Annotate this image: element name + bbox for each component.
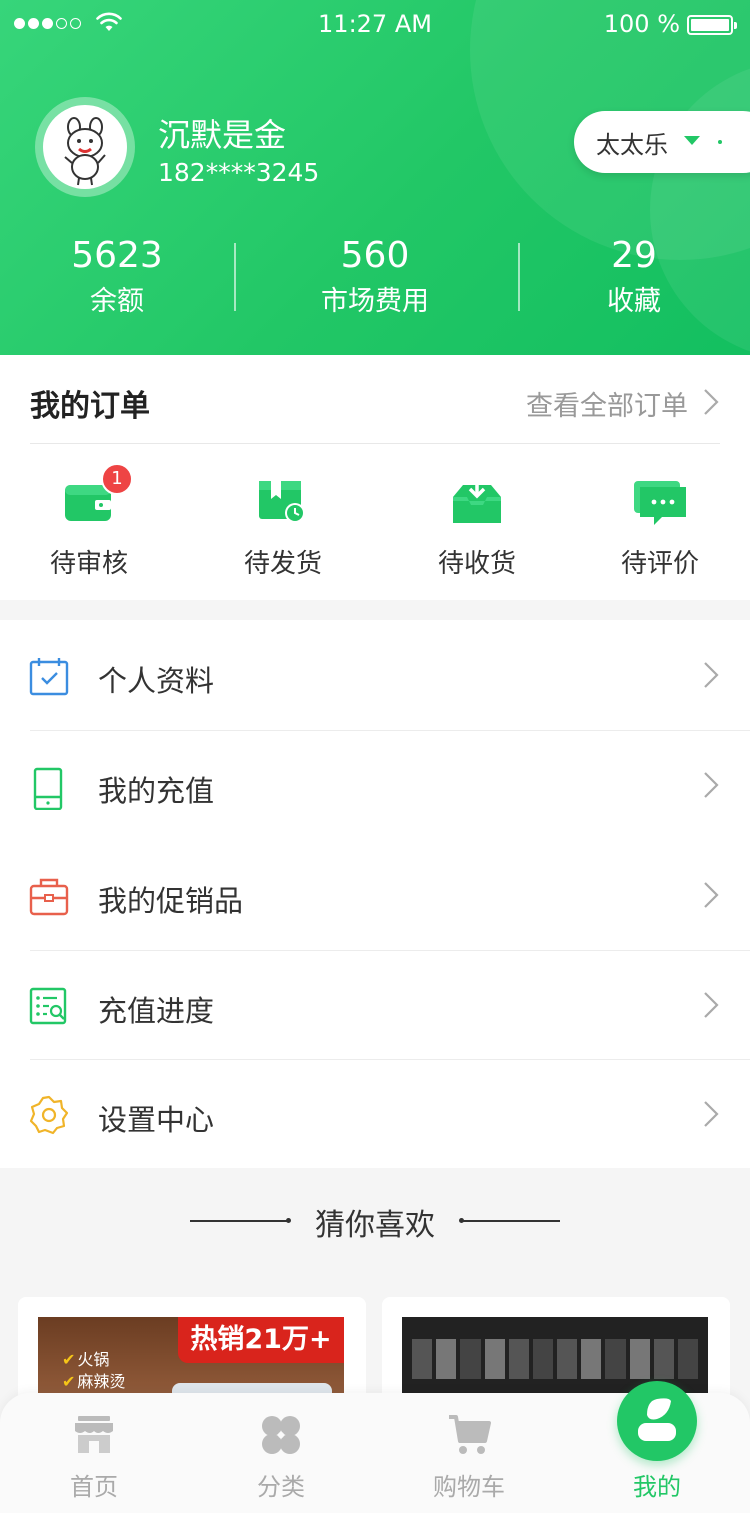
- username: 沉默是金: [158, 116, 287, 154]
- chevron-right-icon: [704, 662, 719, 688]
- status-bar: 11:27 AM 100 %: [0, 0, 750, 50]
- chevron-right-icon: [704, 882, 719, 908]
- menu-item-label: 我的充值: [98, 774, 215, 808]
- stat-value: 560: [340, 235, 410, 276]
- stat-balance[interactable]: 5623 余额: [0, 236, 242, 322]
- order-pending-shipment[interactable]: 待发货: [213, 473, 353, 580]
- pixelated-banner: [412, 1339, 699, 1379]
- chevron-right-icon: [704, 772, 719, 798]
- menu-item-label: 充值进度: [98, 994, 215, 1028]
- phone-icon: [33, 767, 63, 810]
- cart-icon: [449, 1415, 491, 1454]
- feature-item: 麻辣烫: [62, 1372, 125, 1391]
- store-label: 太太乐: [596, 131, 668, 159]
- chevron-right-icon: [704, 1101, 719, 1127]
- store-icon: [75, 1416, 113, 1453]
- recommend-title: 猜你喜欢: [315, 1208, 435, 1243]
- box-clock-icon: [259, 481, 305, 523]
- avatar-image: [43, 105, 127, 189]
- order-label: 待收货: [437, 549, 516, 579]
- avatar[interactable]: [35, 97, 135, 197]
- notification-badge: 1: [101, 463, 133, 495]
- menu-item-settings[interactable]: 设置中心: [0, 1059, 750, 1169]
- menu-item-label: 设置中心: [98, 1103, 215, 1137]
- stat-market-fee[interactable]: 560 市场费用: [250, 236, 500, 322]
- tab-label: 我的: [633, 1473, 681, 1501]
- stat-label: 市场费用: [321, 286, 429, 317]
- order-pending-receipt[interactable]: 待收货: [407, 473, 547, 580]
- user-icon: [638, 1398, 676, 1441]
- tab-label: 分类: [257, 1473, 305, 1501]
- chat-bubble-icon: [634, 481, 686, 525]
- stat-label: 收藏: [607, 286, 661, 317]
- tab-category[interactable]: 分类: [187, 1393, 375, 1513]
- cartoon-avatar-icon: [64, 117, 106, 186]
- menu-item-label: 个人资料: [98, 664, 215, 698]
- battery-percent: 100 %: [603, 10, 680, 38]
- settings-menu: 个人资料 我的充值 我的促销品 充值进度 设置中心: [0, 620, 750, 1168]
- order-label: 待发货: [243, 549, 322, 579]
- calendar-check-icon: [29, 658, 69, 696]
- stat-divider: [234, 243, 236, 311]
- view-all-orders-link[interactable]: 查看全部订单: [526, 384, 688, 423]
- stat-favorites[interactable]: 29 收藏: [509, 236, 750, 322]
- order-pending-review[interactable]: 1 待审核: [19, 463, 159, 580]
- list-search-icon: [29, 987, 67, 1025]
- chevron-right-icon: [704, 992, 719, 1018]
- store-selector[interactable]: 太太乐: [574, 111, 750, 173]
- tab-label: 首页: [70, 1473, 118, 1501]
- inbox-download-icon: [453, 477, 501, 523]
- feature-list: 火锅 麻辣烫: [62, 1349, 125, 1393]
- dot-icon: [718, 140, 722, 144]
- feature-item: 火锅: [62, 1350, 109, 1369]
- battery-icon: [687, 15, 737, 35]
- caret-down-icon: [684, 136, 700, 145]
- stat-value: 5623: [71, 235, 163, 276]
- mine-tab-button[interactable]: [617, 1381, 697, 1461]
- menu-item-label: 我的促销品: [98, 884, 244, 918]
- tab-cart[interactable]: 购物车: [375, 1393, 563, 1513]
- stat-label: 余额: [90, 286, 144, 317]
- section-title: 我的订单: [30, 389, 150, 424]
- menu-item-recharge[interactable]: 我的充值: [0, 730, 750, 840]
- divider: [30, 443, 720, 444]
- stat-value: 29: [611, 235, 657, 276]
- menu-item-profile[interactable]: 个人资料: [0, 620, 750, 730]
- order-label: 待评价: [620, 549, 699, 579]
- category-icon: [262, 1416, 300, 1454]
- order-label: 待审核: [49, 549, 128, 579]
- profile-header: 11:27 AM 100 % 沉默是金 182****3245 太太乐 5623: [0, 0, 750, 355]
- tab-home[interactable]: 首页: [0, 1393, 188, 1513]
- my-orders-section: 我的订单 查看全部订单 1 待审核 待发货 待收货 待评价: [0, 355, 750, 600]
- title-line: [460, 1220, 560, 1222]
- tab-label: 购物车: [433, 1473, 505, 1501]
- gift-box-icon: [29, 878, 69, 916]
- phone-number: 182****3245: [158, 158, 320, 187]
- menu-item-recharge-progress[interactable]: 充值进度: [0, 950, 750, 1060]
- menu-item-promotions[interactable]: 我的促销品: [0, 840, 750, 950]
- chevron-right-icon[interactable]: [703, 388, 719, 416]
- order-pending-review-comment[interactable]: 待评价: [590, 473, 730, 580]
- gear-icon: [29, 1095, 69, 1135]
- hot-sale-tag: 热销21万+: [178, 1317, 344, 1363]
